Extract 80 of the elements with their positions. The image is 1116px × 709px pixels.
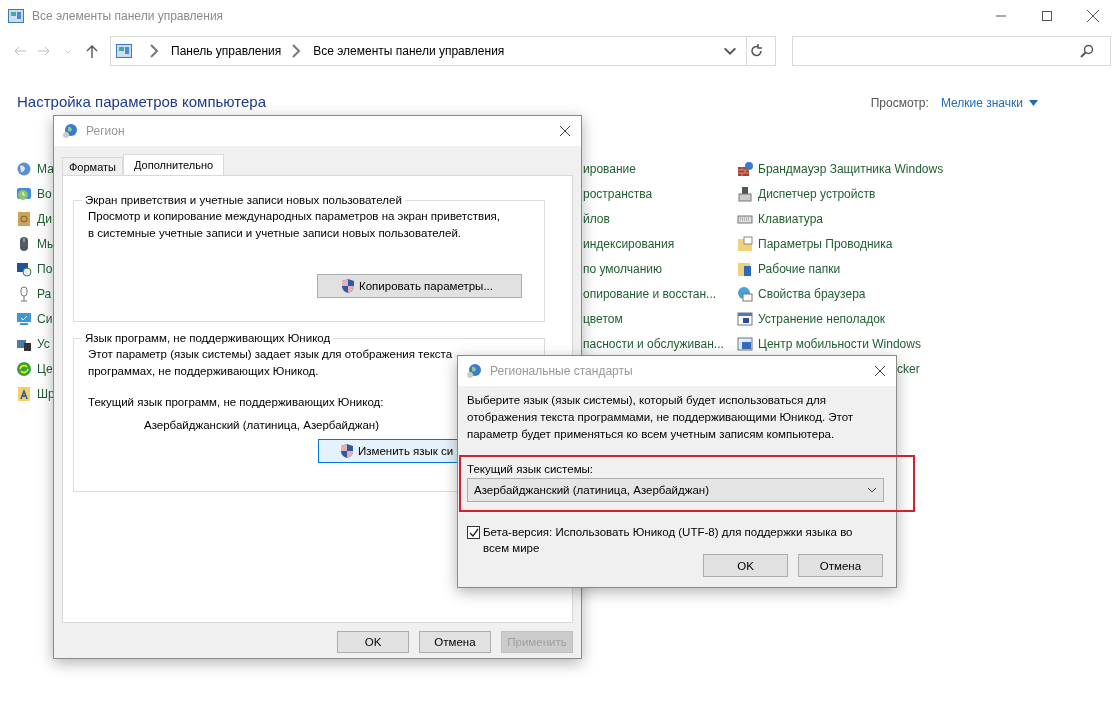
shield-icon bbox=[340, 278, 356, 294]
globe-icon bbox=[737, 285, 753, 302]
control-panel-link[interactable]: Клавиатура bbox=[758, 211, 823, 226]
close-icon[interactable] bbox=[559, 125, 571, 137]
safe-icon bbox=[16, 210, 32, 227]
dialog-button[interactable]: OK bbox=[337, 631, 409, 653]
control-panel-link[interactable]: Свойства браузера bbox=[758, 286, 866, 301]
font-icon bbox=[16, 385, 32, 402]
window-title: Все элементы панели управления bbox=[32, 9, 224, 23]
description-text: Выберите язык (язык системы), который будет использоваться для отображения текста программами, не поддерживающими Юникод. Этот параметр будет применяться ко всем учетным записям компьютера. bbox=[467, 393, 855, 442]
group-title: Экран приветствия и учетные записи новых пользователей bbox=[84, 194, 403, 206]
copy-settings-button[interactable]: Копировать параметры... bbox=[317, 274, 522, 298]
control-panel-link[interactable]: Си bbox=[37, 311, 53, 326]
control-panel-link[interactable]: йлов bbox=[583, 211, 610, 226]
search-icon bbox=[1080, 44, 1094, 58]
folder-icon bbox=[737, 235, 753, 252]
control-panel-link[interactable]: ространства bbox=[583, 186, 653, 201]
control-panel-link[interactable]: Ди bbox=[37, 211, 52, 226]
refresh-icon[interactable] bbox=[749, 43, 765, 59]
dialog-button[interactable]: Отмена bbox=[419, 631, 491, 653]
description-text: Просмотр и копирование международных параметров на экран приветствия, в системные учетные записи и учетные записи новых пользователей. bbox=[88, 209, 500, 241]
control-panel-link[interactable]: cker bbox=[897, 361, 920, 376]
window-icon bbox=[737, 310, 753, 327]
control-panel-link[interactable]: Рабочие папки bbox=[758, 261, 841, 276]
control-panel-link[interactable]: Брандмауэр Защитника Windows bbox=[758, 161, 944, 176]
control-panel-link[interactable]: пасности и обслуживан... bbox=[583, 336, 724, 351]
control-panel-link[interactable]: Диспетчер устройств bbox=[758, 186, 876, 201]
dialog-title: Региональные стандарты bbox=[490, 364, 633, 378]
globe-icon bbox=[16, 160, 32, 177]
page-heading: Настройка параметров компьютера bbox=[17, 93, 266, 110]
control-panel-link[interactable]: Ра bbox=[37, 286, 52, 301]
dialog-button[interactable]: Отмена bbox=[798, 554, 883, 577]
close-icon[interactable] bbox=[874, 365, 886, 377]
control-panel-link[interactable]: Параметры Проводника bbox=[758, 236, 893, 251]
field-label: Текущий язык системы: bbox=[467, 463, 594, 475]
control-panel-link[interactable]: Центр мобильности Windows bbox=[758, 336, 921, 351]
search-field[interactable] bbox=[792, 36, 1111, 66]
folder-icon bbox=[737, 260, 753, 277]
window-icon bbox=[737, 335, 753, 352]
control-panel-link[interactable]: Це bbox=[37, 361, 53, 376]
control-panel-link[interactable]: Ус bbox=[37, 336, 50, 351]
dialog-title: Регион bbox=[86, 124, 125, 138]
group-title: Язык программ, не поддерживающих Юникод bbox=[84, 332, 332, 344]
caret-icon bbox=[867, 487, 877, 493]
tab[interactable]: Дополнительно bbox=[123, 154, 225, 175]
control-panel-link[interactable]: По bbox=[37, 261, 53, 276]
control-panel-link[interactable]: цветом bbox=[583, 311, 623, 326]
clock-icon bbox=[16, 185, 32, 202]
breadcrumb[interactable]: Панель управления bbox=[171, 44, 282, 58]
checkbox[interactable] bbox=[467, 526, 480, 539]
monitor-icon bbox=[16, 260, 32, 277]
control-panel-icon bbox=[115, 44, 133, 58]
view-label: Просмотр: bbox=[870, 96, 929, 110]
control-panel-link[interactable]: индексирования bbox=[583, 236, 675, 251]
brick-wall-icon bbox=[737, 160, 753, 177]
caret-icon bbox=[1029, 100, 1038, 106]
language-dropdown[interactable]: Азербайджанский (латиница, Азербайджан) bbox=[467, 478, 884, 502]
control-panel-link[interactable]: Во bbox=[37, 186, 52, 201]
up-icon[interactable] bbox=[84, 43, 100, 59]
description-text: Этот параметр (язык системы) задает язык для отображения текста программах, не поддерживающих Юникод. bbox=[88, 347, 453, 379]
dialog-button[interactable]: OK bbox=[703, 554, 788, 577]
tab[interactable]: Форматы bbox=[62, 157, 123, 175]
breadcrumb[interactable]: Все элементы панели управления bbox=[313, 44, 505, 58]
sync-icon bbox=[16, 360, 32, 377]
monitor-icon bbox=[16, 310, 32, 327]
control-panel-link[interactable]: по умолчанию bbox=[583, 261, 663, 276]
view-dropdown[interactable]: Мелкие значки bbox=[940, 96, 1038, 110]
control-panel-icon bbox=[8, 9, 24, 23]
control-panel-link[interactable]: опирование и восстан... bbox=[583, 286, 717, 301]
current-language-label: Текущий язык программ, не поддерживающих Юникод: bbox=[88, 395, 384, 410]
globe-icon bbox=[62, 123, 78, 139]
address-bar[interactable]: Панель управления Все элементы панели управления bbox=[110, 36, 776, 66]
control-panel-link[interactable]: Ма bbox=[37, 161, 54, 176]
control-panel-link[interactable]: Устранение неполадок bbox=[758, 311, 886, 326]
globe-icon bbox=[466, 363, 482, 379]
control-panel-link[interactable]: ирование bbox=[583, 161, 636, 176]
checkbox-label: Бета-версия: Использовать Юникод (UTF-8) для поддержки языка во всем мире bbox=[483, 525, 854, 556]
usb-device-icon bbox=[737, 185, 753, 202]
current-language-value: Азербайджанский (латиница, Азербайджан) bbox=[144, 419, 380, 431]
shield-icon bbox=[339, 443, 355, 459]
